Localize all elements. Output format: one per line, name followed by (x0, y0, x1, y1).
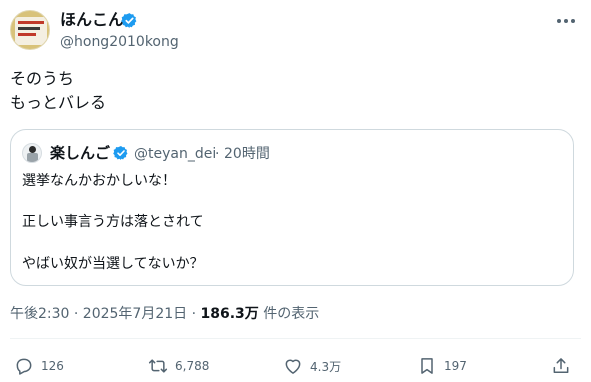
share-icon (553, 358, 569, 373)
like-button[interactable]: 4.3万 (283, 355, 341, 377)
dot (557, 19, 561, 23)
post-meta: 午後2:30 · 2025年7月21日 · 186.3万 件の表示 (10, 304, 319, 324)
reply-count: 126 (41, 359, 64, 373)
quoted-author-display-name: 楽しんご (50, 144, 111, 162)
repost-count: 6,788 (175, 359, 210, 373)
verified-badge-icon (121, 13, 137, 28)
post-time[interactable]: 午後2:30 · 2025年7月21日 · (10, 306, 201, 322)
share-button[interactable] (551, 355, 571, 377)
views-count: 186.3万 (200, 306, 259, 322)
reply-icon (16, 358, 32, 375)
avatar-figure-body (27, 153, 38, 162)
quoted-separator: · (215, 146, 220, 162)
quoted-text-line: 選挙なんかおかしいな！ (22, 173, 176, 189)
quoted-verified-badge-icon (113, 146, 128, 160)
post-text-line: そのうち (10, 69, 75, 88)
avatar-image-stripe (18, 21, 44, 24)
dot (571, 19, 575, 23)
quoted-timestamp: 20時間 (224, 146, 270, 162)
avatar-image-stripe (18, 33, 36, 36)
bookmark-count: 197 (444, 359, 467, 373)
author-display-name[interactable]: ほんこん (60, 10, 124, 30)
author-handle[interactable]: @hong2010kong (60, 33, 179, 51)
avatar-image-stripe (18, 27, 40, 30)
quoted-text-line: やばい奴が当選してないか？ (22, 256, 204, 272)
views-label: 件の表示 (258, 306, 320, 322)
avatar-figure-head (29, 146, 36, 153)
heart-icon (285, 359, 301, 374)
post-text: そのうち もっとバレる (10, 67, 106, 115)
like-count: 4.3万 (310, 359, 342, 374)
repost-icon (148, 359, 168, 373)
quoted-text-line: 正しい事言う方は落とされて (22, 214, 204, 230)
repost-button[interactable]: 6,788 (148, 355, 209, 377)
bookmark-button[interactable]: 197 (417, 355, 467, 377)
divider (10, 338, 581, 339)
more-options-icon[interactable] (553, 12, 579, 30)
reply-button[interactable]: 126 (14, 355, 64, 377)
dot (564, 19, 568, 23)
bookmark-icon (421, 358, 433, 374)
quoted-author-avatar (22, 143, 42, 163)
author-avatar[interactable] (10, 10, 50, 50)
post-text-line: もっとバレる (10, 93, 107, 112)
quoted-author-handle: @teyan_dei (134, 146, 217, 162)
